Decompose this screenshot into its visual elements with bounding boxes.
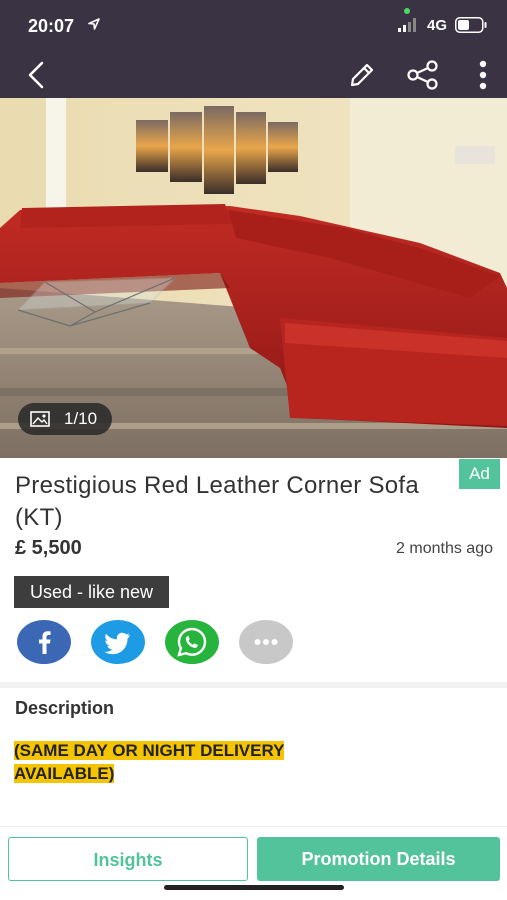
more-options-icon[interactable]	[476, 59, 490, 91]
photo-counter-text: 1/10	[64, 409, 98, 428]
whatsapp-icon	[165, 620, 219, 664]
battery-icon	[455, 17, 487, 33]
facebook-share-button[interactable]	[17, 620, 71, 664]
facebook-icon	[17, 620, 71, 664]
edit-icon[interactable]	[348, 61, 376, 89]
insights-button[interactable]: Insights	[8, 837, 248, 881]
description-label: Description	[15, 698, 115, 718]
mic-indicator-icon	[404, 8, 410, 14]
footer-divider	[0, 826, 507, 827]
nav-bar	[0, 52, 507, 98]
description-line-2: AVAILABLE)	[14, 764, 115, 783]
promotion-details-button[interactable]: Promotion Details	[257, 837, 500, 881]
description-line-1: (SAME DAY OR NIGHT DELIVERY	[14, 741, 285, 760]
back-icon[interactable]	[24, 60, 48, 90]
network-type: 4G	[427, 17, 448, 34]
twitter-share-button[interactable]	[91, 620, 145, 664]
listing-photo[interactable]: 1/10	[0, 98, 507, 458]
condition-badge: Used - like new	[14, 576, 170, 608]
whatsapp-share-button[interactable]	[165, 620, 219, 664]
photo-counter: 1/10	[18, 403, 112, 435]
signal-icon	[398, 18, 416, 32]
location-arrow-icon	[88, 18, 100, 30]
status-bar: 20:07 4G	[0, 0, 507, 52]
section-divider	[0, 682, 507, 688]
ad-badge: Ad	[459, 459, 500, 489]
more-icon	[239, 620, 293, 664]
listing-title: Prestigious Red Leather Corner Sofa (KT)	[15, 472, 420, 531]
status-time: 20:07	[28, 16, 75, 36]
listing-price: £ 5,500	[15, 537, 82, 559]
image-icon	[30, 411, 50, 427]
more-share-button[interactable]	[239, 620, 293, 664]
home-indicator[interactable]	[164, 885, 344, 890]
description-text: (SAME DAY OR NIGHT DELIVERY AVAILABLE)	[14, 739, 494, 785]
posted-time: 2 months ago	[396, 540, 493, 557]
twitter-icon	[91, 620, 145, 664]
share-icon[interactable]	[406, 59, 440, 91]
